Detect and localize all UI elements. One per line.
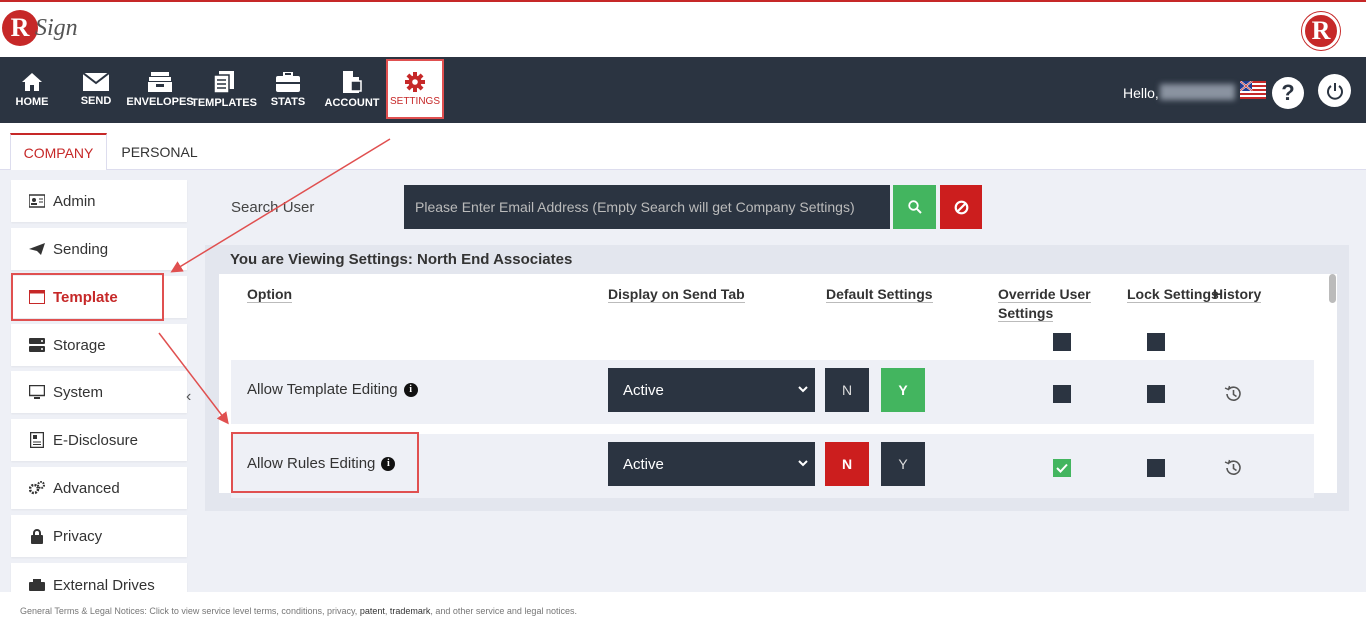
collapse-sidebar-chevron-icon[interactable]: ‹ — [186, 388, 191, 406]
default-y-button[interactable]: Y — [881, 368, 925, 412]
ban-icon — [954, 200, 968, 214]
tab-company[interactable]: COMPANY — [10, 133, 107, 170]
sidebar-item-label: Template — [53, 288, 118, 306]
nav-settings[interactable]: SETTINGS — [386, 59, 444, 119]
sidebar-item-label: Sending — [53, 240, 109, 258]
tab-personal[interactable]: PERSONAL — [112, 133, 207, 170]
footer-legal-text: General Terms & Legal Notices: Click to … — [20, 606, 577, 616]
search-button[interactable] — [893, 185, 936, 229]
row-label-rules-editing: Allow Rules Editing i — [247, 455, 396, 472]
sidebar-item-privacy[interactable]: Privacy — [11, 515, 187, 557]
search-email-input[interactable] — [404, 185, 890, 229]
sidebar-item-e-disclosure[interactable]: E-Disclosure — [11, 419, 187, 461]
monitor-icon — [29, 384, 45, 400]
lock-icon — [29, 528, 45, 544]
storage-icon — [29, 337, 45, 353]
header-override-user-settings: Override User Settings — [998, 286, 1091, 322]
sidebar-item-label: Advanced — [53, 479, 120, 497]
nav-templates[interactable]: TEMPLATES — [191, 57, 257, 123]
nav-account[interactable]: ACCOUNT — [324, 57, 380, 123]
info-icon[interactable]: i — [403, 382, 418, 397]
sidebar-item-label: Admin — [53, 192, 96, 210]
history-icon[interactable] — [1223, 458, 1243, 478]
lock-checkbox[interactable] — [1147, 459, 1165, 477]
help-icon[interactable]: ? — [1272, 77, 1304, 109]
greeting-text: Hello, — [1123, 85, 1159, 101]
paper-plane-icon — [29, 241, 45, 257]
sidebar-item-system[interactable]: System — [11, 371, 187, 413]
template-icon — [29, 289, 45, 305]
sidebar-item-label: Privacy — [53, 527, 103, 545]
checkmark-icon — [1056, 463, 1068, 473]
sidebar-item-storage[interactable]: Storage — [11, 324, 187, 366]
header-history: History — [1213, 286, 1262, 303]
table-scrollbar[interactable] — [1329, 274, 1336, 303]
search-icon — [907, 200, 922, 214]
header-option: Option — [247, 286, 293, 303]
nav-home[interactable]: HOME — [10, 57, 54, 123]
override-checkbox[interactable] — [1053, 459, 1071, 477]
home-icon — [22, 73, 42, 91]
header-default-settings: Default Settings — [826, 286, 933, 303]
power-logout-icon[interactable] — [1318, 74, 1351, 107]
gears-icon — [29, 480, 45, 496]
envelope-icon — [83, 73, 109, 91]
drive-icon — [29, 577, 45, 593]
sidebar-item-label: Storage — [53, 336, 106, 354]
main-navbar: HOME SEND ENVELOPES TEMPLATES STATS ACCO… — [0, 57, 1366, 123]
sidebar-item-admin[interactable]: Admin — [11, 180, 187, 222]
sidebar-item-sending[interactable]: Sending — [11, 228, 187, 270]
documents-icon — [213, 71, 234, 93]
logo-text: Sign — [35, 14, 78, 41]
chevron-down-icon — [798, 460, 808, 467]
account-icon — [343, 71, 362, 93]
override-checkbox[interactable] — [1053, 385, 1071, 403]
nav-envelopes[interactable]: ENVELOPES — [126, 57, 194, 123]
patent-link[interactable]: patent — [360, 606, 385, 616]
brand-logo-right: R — [1302, 12, 1340, 50]
nav-send[interactable]: SEND — [74, 57, 118, 123]
override-all-checkbox[interactable] — [1053, 333, 1071, 351]
nav-account-label: ACCOUNT — [324, 97, 380, 109]
default-n-button[interactable]: N — [825, 368, 869, 412]
header-display-on-send-tab: Display on Send Tab — [608, 286, 745, 303]
sidebar-item-label: E-Disclosure — [53, 431, 139, 449]
uk-flag-icon[interactable] — [1240, 81, 1266, 99]
gear-icon — [405, 71, 425, 92]
rsign-logo[interactable]: R Sign — [2, 10, 78, 46]
display-select-rules-editing[interactable]: Active — [608, 442, 815, 486]
admin-icon — [29, 193, 45, 209]
nav-stats-label: STATS — [270, 96, 306, 108]
default-n-button[interactable]: N — [825, 442, 869, 486]
clear-search-button[interactable] — [940, 185, 982, 229]
settings-tabbar: COMPANY PERSONAL — [0, 123, 1366, 170]
sidebar-item-label: System — [53, 383, 104, 401]
inbox-icon — [148, 72, 172, 92]
lock-all-checkbox[interactable] — [1147, 333, 1165, 351]
logo-bar: R Sign R — [0, 2, 1366, 57]
nav-home-label: HOME — [15, 96, 49, 108]
default-y-button[interactable]: Y — [881, 442, 925, 486]
header-lock-settings: Lock Settings — [1127, 286, 1219, 303]
sidebar-item-advanced[interactable]: Advanced — [11, 467, 187, 509]
sidebar-item-template[interactable]: Template — [11, 276, 187, 318]
display-select-template-editing[interactable]: Active — [608, 368, 815, 412]
lock-checkbox[interactable] — [1147, 385, 1165, 403]
viewing-settings-title: You are Viewing Settings: North End Asso… — [230, 251, 573, 268]
nav-stats[interactable]: STATS — [266, 57, 310, 123]
nav-templates-label: TEMPLATES — [191, 97, 257, 109]
disclosure-icon — [29, 432, 45, 448]
info-icon[interactable]: i — [381, 456, 396, 471]
history-icon[interactable] — [1223, 384, 1243, 404]
briefcase-icon — [276, 72, 300, 92]
user-name-redacted — [1160, 84, 1235, 100]
chevron-down-icon — [798, 386, 808, 393]
search-user-label: Search User — [231, 199, 315, 216]
nav-send-label: SEND — [80, 95, 112, 107]
trademark-link[interactable]: trademark — [390, 606, 431, 616]
nav-envelopes-label: ENVELOPES — [126, 96, 194, 108]
nav-settings-label: SETTINGS — [389, 95, 440, 107]
row-label-template-editing: Allow Template Editing i — [247, 381, 418, 398]
logo-letter: R — [2, 10, 38, 46]
